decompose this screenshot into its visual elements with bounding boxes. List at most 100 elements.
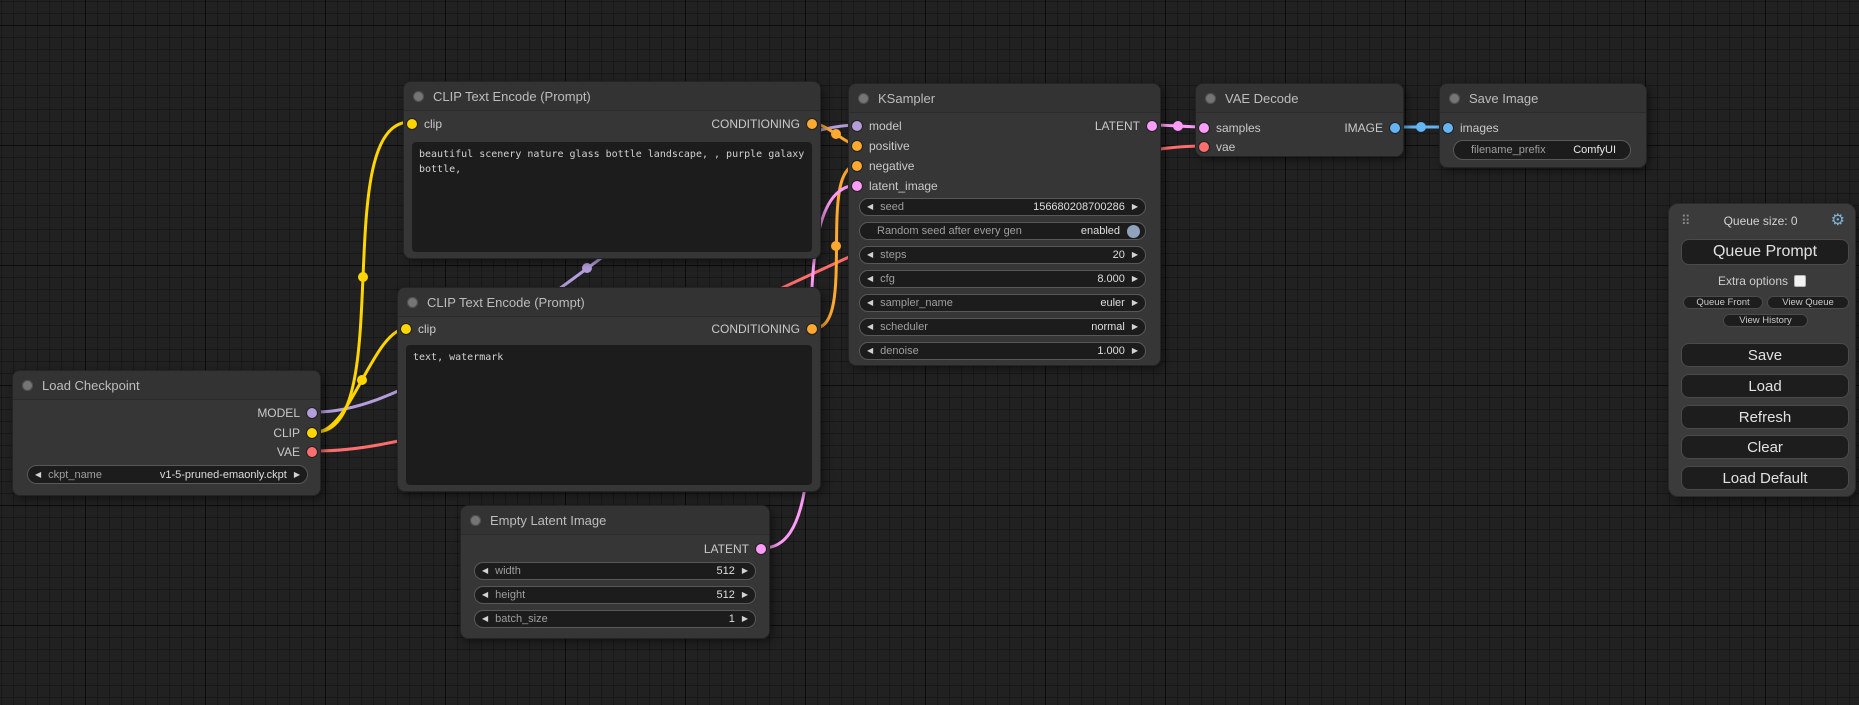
widget-width[interactable]: ◀ width 512 ▶ <box>474 562 756 580</box>
arrow-left-icon[interactable]: ◀ <box>482 567 488 575</box>
node-save-image[interactable]: Save Image images filename_prefix ComfyU… <box>1439 83 1647 168</box>
arrow-right-icon[interactable]: ▶ <box>742 591 748 599</box>
collapse-dot-icon[interactable] <box>407 297 418 308</box>
view-history-button[interactable]: View History <box>1723 314 1808 327</box>
node-title-bar[interactable]: Save Image <box>1440 84 1646 113</box>
node-title: CLIP Text Encode (Prompt) <box>427 295 585 310</box>
collapse-dot-icon[interactable] <box>413 91 424 102</box>
arrow-right-icon[interactable]: ▶ <box>1132 203 1138 211</box>
port-dot-image-out[interactable] <box>1390 123 1400 133</box>
save-button[interactable]: Save <box>1681 343 1849 367</box>
wire-image-midpoint <box>1416 122 1426 132</box>
arrow-left-icon[interactable]: ◀ <box>35 471 41 479</box>
node-title-bar[interactable]: Empty Latent Image <box>461 506 769 535</box>
port-dot-latent-out[interactable] <box>1147 121 1157 131</box>
output-port-clip: CLIP <box>13 423 320 443</box>
drag-handle-icon[interactable]: ⠿ <box>1681 213 1691 229</box>
node-clip-text-encode-negative[interactable]: CLIP Text Encode (Prompt) clip CONDITION… <box>397 287 821 492</box>
random-seed-toggle-icon[interactable] <box>1127 225 1140 238</box>
arrow-left-icon[interactable]: ◀ <box>867 299 873 307</box>
port-row: clip CONDITIONING <box>404 114 820 134</box>
port-row-vae: vae <box>1196 137 1403 157</box>
node-title-bar[interactable]: CLIP Text Encode (Prompt) <box>398 288 820 317</box>
port-dot-latent-out[interactable] <box>756 544 766 554</box>
node-graph-canvas[interactable]: Load Checkpoint MODEL CLIP VAE ◀ ckpt_na… <box>0 0 1859 705</box>
arrow-left-icon[interactable]: ◀ <box>482 591 488 599</box>
port-row: clip CONDITIONING <box>398 319 820 339</box>
node-load-checkpoint[interactable]: Load Checkpoint MODEL CLIP VAE ◀ ckpt_na… <box>12 370 321 496</box>
node-vae-decode[interactable]: VAE Decode samples IMAGE vae <box>1195 83 1404 157</box>
queue-prompt-button[interactable]: Queue Prompt <box>1681 239 1849 265</box>
node-clip-text-encode-positive[interactable]: CLIP Text Encode (Prompt) clip CONDITION… <box>403 81 821 259</box>
collapse-dot-icon[interactable] <box>1205 93 1216 104</box>
collapse-dot-icon[interactable] <box>858 93 869 104</box>
arrow-right-icon[interactable]: ▶ <box>1132 347 1138 355</box>
arrow-left-icon[interactable]: ◀ <box>867 347 873 355</box>
load-default-button[interactable]: Load Default <box>1681 466 1849 490</box>
widget-batch-size[interactable]: ◀ batch_size 1 ▶ <box>474 610 756 628</box>
port-dot-vae-in[interactable] <box>1199 142 1209 152</box>
clear-button[interactable]: Clear <box>1681 435 1849 459</box>
refresh-button[interactable]: Refresh <box>1681 405 1849 429</box>
arrow-right-icon[interactable]: ▶ <box>742 615 748 623</box>
load-button[interactable]: Load <box>1681 374 1849 398</box>
node-ksampler[interactable]: KSampler model LATENT positive negative … <box>848 83 1161 366</box>
port-dot-vae-out[interactable] <box>307 447 317 457</box>
widget-seed[interactable]: ◀ seed 156680208700286 ▶ <box>859 198 1146 216</box>
prompt-textarea[interactable]: beautiful scenery nature glass bottle la… <box>412 142 812 252</box>
output-port-model: MODEL <box>13 403 320 423</box>
port-dot-conditioning-out[interactable] <box>807 119 817 129</box>
port-dot-conditioning-out[interactable] <box>807 324 817 334</box>
arrow-left-icon[interactable]: ◀ <box>867 323 873 331</box>
port-dot-clip-out[interactable] <box>307 428 317 438</box>
output-port-latent: LATENT <box>461 539 769 559</box>
node-title-bar[interactable]: KSampler <box>849 84 1160 113</box>
arrow-right-icon[interactable]: ▶ <box>1132 275 1138 283</box>
node-title-bar[interactable]: CLIP Text Encode (Prompt) <box>404 82 820 111</box>
port-dot-clip-in[interactable] <box>407 119 417 129</box>
node-title-bar[interactable]: Load Checkpoint <box>13 371 320 400</box>
node-empty-latent-image[interactable]: Empty Latent Image LATENT ◀ width 512 ▶ … <box>460 505 770 639</box>
wire-model-midpoint <box>582 263 592 273</box>
widget-filename-prefix[interactable]: filename_prefix ComfyUI <box>1453 140 1631 160</box>
arrow-left-icon[interactable]: ◀ <box>482 615 488 623</box>
view-queue-button[interactable]: View Queue <box>1767 296 1849 309</box>
extra-options-checkbox[interactable] <box>1794 275 1806 287</box>
port-dot-latent-in[interactable] <box>852 181 862 191</box>
widget-cfg[interactable]: ◀ cfg 8.000 ▶ <box>859 270 1146 288</box>
widget-random-seed[interactable]: Random seed after every gen enabled <box>859 222 1146 240</box>
port-dot-model-in[interactable] <box>852 121 862 131</box>
port-row-negative: negative <box>849 156 1160 176</box>
port-dot-images-in[interactable] <box>1443 123 1453 133</box>
gear-icon[interactable]: ⚙ <box>1831 213 1845 229</box>
arrow-right-icon[interactable]: ▶ <box>1132 323 1138 331</box>
arrow-right-icon[interactable]: ▶ <box>294 471 300 479</box>
arrow-right-icon[interactable]: ▶ <box>1132 251 1138 259</box>
port-dot-model-out[interactable] <box>307 408 317 418</box>
arrow-left-icon[interactable]: ◀ <box>867 275 873 283</box>
collapse-dot-icon[interactable] <box>1449 93 1460 104</box>
node-title-bar[interactable]: VAE Decode <box>1196 84 1403 113</box>
queue-front-button[interactable]: Queue Front <box>1683 296 1763 309</box>
arrow-right-icon[interactable]: ▶ <box>1132 299 1138 307</box>
port-dot-clip-in[interactable] <box>401 324 411 334</box>
collapse-dot-icon[interactable] <box>22 380 33 391</box>
arrow-left-icon[interactable]: ◀ <box>867 251 873 259</box>
widget-height[interactable]: ◀ height 512 ▶ <box>474 586 756 604</box>
collapse-dot-icon[interactable] <box>470 515 481 526</box>
widget-denoise[interactable]: ◀ denoise 1.000 ▶ <box>859 342 1146 360</box>
arrow-left-icon[interactable]: ◀ <box>867 203 873 211</box>
widget-steps[interactable]: ◀ steps 20 ▶ <box>859 246 1146 264</box>
port-dot-negative-in[interactable] <box>852 161 862 171</box>
wire-clip-positive-midpoint <box>358 272 368 282</box>
wire-latent-out-midpoint <box>1173 121 1183 131</box>
widget-ckpt-name[interactable]: ◀ ckpt_name v1-5-pruned-emaonly.ckpt ▶ <box>27 465 308 484</box>
port-dot-samples-in[interactable] <box>1199 123 1209 133</box>
node-title: VAE Decode <box>1225 91 1298 106</box>
widget-scheduler[interactable]: ◀ scheduler normal ▶ <box>859 318 1146 336</box>
arrow-right-icon[interactable]: ▶ <box>742 567 748 575</box>
node-title: Save Image <box>1469 91 1538 106</box>
widget-sampler-name[interactable]: ◀ sampler_name euler ▶ <box>859 294 1146 312</box>
prompt-textarea[interactable]: text, watermark <box>406 345 812 485</box>
port-dot-positive-in[interactable] <box>852 141 862 151</box>
